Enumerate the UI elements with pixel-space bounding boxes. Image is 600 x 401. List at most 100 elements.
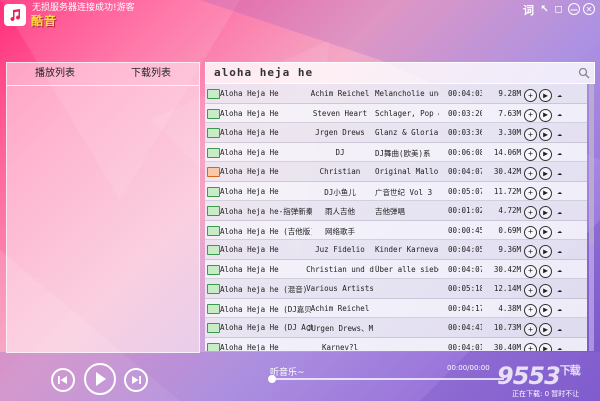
add-icon[interactable]: + xyxy=(524,342,537,351)
play-icon[interactable]: ▶ xyxy=(539,303,552,317)
song-row[interactable]: Aloha Heja He Steven Heart Schlager, Pop &… xyxy=(205,103,587,123)
progress-bar[interactable] xyxy=(272,378,504,380)
song-duration: 00:04:17 xyxy=(448,303,482,313)
song-row[interactable]: Aloha Heja He DJ小鱼儿 广音世纪 Vol 3 00:05:07 11.7… xyxy=(205,181,587,201)
add-icon[interactable]: + xyxy=(524,108,537,122)
minimize-icon[interactable]: — xyxy=(568,3,580,15)
mv-icon[interactable] xyxy=(207,342,220,351)
song-row[interactable]: Aloha Heja He DJ DJ舞曲(欧美)系 00:06:08 14.06M + ▶… xyxy=(205,142,587,162)
add-icon[interactable]: + xyxy=(524,147,537,161)
mv-icon[interactable] xyxy=(207,186,220,197)
add-icon[interactable]: + xyxy=(524,89,537,102)
add-icon[interactable]: + xyxy=(524,186,537,200)
add-icon[interactable]: + xyxy=(524,128,537,141)
song-row[interactable]: Aloha heja he (混音) Various Artists 00:05:1… xyxy=(205,279,587,299)
mv-icon[interactable] xyxy=(207,303,220,314)
add-icon[interactable]: + xyxy=(524,303,537,317)
mv-icon[interactable] xyxy=(207,245,220,255)
mv-icon[interactable] xyxy=(207,225,220,236)
play-icon[interactable]: ▶ xyxy=(539,186,552,200)
app-logo[interactable] xyxy=(4,4,26,26)
add-icon[interactable]: + xyxy=(524,206,537,219)
search-icon[interactable] xyxy=(578,67,590,79)
song-title: Aloha Heja He (DJ Achim xyxy=(220,323,312,332)
progress-knob[interactable] xyxy=(268,375,276,383)
tab-play-list[interactable]: 播放列表 xyxy=(7,63,103,85)
play-icon[interactable]: ▶ xyxy=(539,264,552,278)
song-title: Aloha Heja He (吉他版) xyxy=(220,226,312,236)
download-icon[interactable]: ☁ xyxy=(554,206,565,217)
song-artist: Christian und d xyxy=(306,264,374,274)
song-list: Aloha Heja He Achim Reichel Melancholie un… xyxy=(205,84,587,351)
download-icon[interactable]: ☁ xyxy=(554,304,565,315)
song-row[interactable]: Aloha Heja He Karnev?l 00:04:01 30.40M + ▶ ☁ xyxy=(205,337,587,352)
add-icon[interactable]: + xyxy=(524,284,537,297)
previous-button[interactable] xyxy=(51,368,75,392)
play-icon[interactable]: ▶ xyxy=(539,147,552,161)
search-bar[interactable]: aloha heja he xyxy=(205,62,595,84)
download-icon[interactable]: ☁ xyxy=(554,343,565,352)
mv-icon[interactable] xyxy=(207,108,220,119)
close-icon[interactable]: ✕ xyxy=(583,3,595,15)
search-input[interactable]: aloha heja he xyxy=(214,66,313,79)
song-duration: 00:04:41 xyxy=(448,323,482,332)
mv-icon[interactable] xyxy=(207,284,220,294)
mv-icon[interactable] xyxy=(207,206,220,216)
next-button[interactable] xyxy=(124,368,148,392)
song-size: 10.73M xyxy=(493,323,521,332)
play-icon[interactable]: ▶ xyxy=(539,245,552,258)
playback-time: 00:00/00:00 xyxy=(447,364,490,372)
song-row[interactable]: Aloha Heja He (DJ AchimJUrgen Drews、M 00:… xyxy=(205,318,587,338)
play-icon[interactable]: ▶ xyxy=(539,108,552,122)
play-icon[interactable]: ▶ xyxy=(539,206,552,219)
play-icon[interactable]: ▶ xyxy=(539,167,552,180)
song-row[interactable]: Aloha Heja He Achim Reichel Melancholie un… xyxy=(205,84,587,104)
skin-icon[interactable]: ◻ xyxy=(552,3,565,16)
download-icon[interactable]: ☁ xyxy=(554,167,565,178)
scrollbar[interactable] xyxy=(589,84,594,351)
mv-icon[interactable] xyxy=(207,128,220,138)
play-icon[interactable]: ▶ xyxy=(539,342,552,351)
add-icon[interactable]: + xyxy=(524,264,537,278)
play-icon[interactable]: ▶ xyxy=(539,284,552,297)
download-icon[interactable]: ☁ xyxy=(554,109,565,120)
lyrics-button[interactable]: 词 xyxy=(522,3,535,17)
download-icon[interactable]: ☁ xyxy=(554,226,565,237)
song-artist: Jrgen Drews xyxy=(315,128,365,137)
play-icon[interactable]: ▶ xyxy=(539,89,552,102)
mv-icon[interactable] xyxy=(207,167,220,177)
download-icon[interactable]: ☁ xyxy=(554,128,565,139)
play-button[interactable] xyxy=(84,363,116,395)
download-icon[interactable]: ☁ xyxy=(554,323,565,334)
play-icon[interactable]: ▶ xyxy=(539,225,552,239)
scrollbar-thumb[interactable] xyxy=(589,84,594,244)
download-icon[interactable]: ☁ xyxy=(554,89,565,100)
download-icon[interactable]: ☁ xyxy=(554,284,565,295)
song-row[interactable]: Aloha Heja He (DJ嘉贝年 Achim Reichel 00:04:1… xyxy=(205,298,587,318)
song-row[interactable]: Aloha Heja He Christian Original Mallor 00:… xyxy=(205,162,587,182)
mv-icon[interactable] xyxy=(207,323,220,333)
song-row[interactable]: Aloha heja he-指弹新秦 雨人吉他 吉他弹唱 00:01:02 4.72M +… xyxy=(205,201,587,221)
play-icon[interactable]: ▶ xyxy=(539,323,552,336)
download-icon[interactable]: ☁ xyxy=(554,245,565,256)
song-duration: 00:04:03 xyxy=(448,89,482,98)
song-size: 30.42M xyxy=(493,264,521,274)
download-icon[interactable]: ☁ xyxy=(554,187,565,198)
mv-icon[interactable] xyxy=(207,264,220,275)
add-icon[interactable]: + xyxy=(524,225,537,239)
download-icon[interactable]: ☁ xyxy=(554,265,565,276)
mv-icon[interactable] xyxy=(207,147,220,158)
song-row[interactable]: Aloha Heja He Juz Fidelio Kinder Karneval 0… xyxy=(205,240,587,260)
mv-icon[interactable] xyxy=(207,89,220,99)
add-icon[interactable]: + xyxy=(524,245,537,258)
add-icon[interactable]: + xyxy=(524,167,537,180)
song-row[interactable]: Aloha Heja He Christian und d Über alle si… xyxy=(205,259,587,279)
song-row[interactable]: Aloha Heja He Jrgen Drews Glanz & Gloria 00… xyxy=(205,123,587,143)
tab-download-list[interactable]: 下载列表 xyxy=(103,63,199,85)
download-icon[interactable]: ☁ xyxy=(554,148,565,159)
song-title: Aloha Heja He xyxy=(220,128,279,137)
song-row[interactable]: Aloha Heja He (吉他版) 网络歌手 00:00:45 0.69M + ▶ ☁ xyxy=(205,220,587,240)
add-icon[interactable]: + xyxy=(524,323,537,336)
mini-mode-icon[interactable]: ↖ xyxy=(538,3,551,16)
play-icon[interactable]: ▶ xyxy=(539,128,552,141)
